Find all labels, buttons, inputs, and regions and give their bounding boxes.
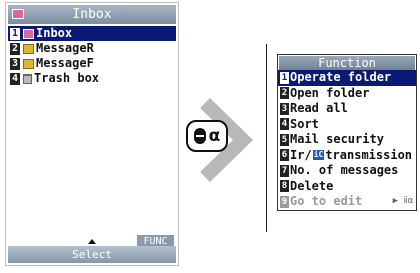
folder-item-inbox[interactable]: 1 Inbox	[8, 26, 176, 41]
scroll-up-arrow-icon	[88, 239, 96, 244]
folder-label: Trash box	[34, 71, 100, 85]
menu-item-label: Delete	[290, 178, 334, 193]
folder-list: 1 Inbox 2 MessageR 3 MessageF 4 Trash bo…	[8, 26, 176, 86]
folder-icon	[23, 43, 34, 54]
menu-item-sort[interactable]: 4 Sort	[278, 117, 416, 133]
mail-icon	[12, 9, 24, 19]
folder-label: MessageF	[36, 56, 94, 70]
ic-icon: iC	[312, 150, 325, 161]
number-badge: 4	[10, 72, 20, 85]
folder-item-trash-box[interactable]: 4 Trash box	[8, 71, 176, 86]
alpha-glyph: α	[208, 126, 221, 146]
menu-item-ir-transmission[interactable]: 6 Ir/ iC transmission	[278, 148, 416, 164]
number-badge: 4	[280, 118, 289, 131]
menu-item-mail-security[interactable]: 5 Mail security	[278, 132, 416, 148]
number-badge: 6	[280, 149, 289, 162]
number-badge: 1	[10, 27, 20, 40]
number-badge: 2	[10, 42, 20, 55]
menu-item-label-suffix: transmission	[325, 147, 413, 162]
trash-icon	[23, 73, 32, 84]
menu-item-label: Open folder	[290, 85, 370, 100]
key-disc-icon	[193, 128, 206, 144]
softkey-bar: Select	[8, 239, 176, 263]
menu-item-delete[interactable]: 8 Delete	[278, 179, 416, 195]
menu-item-label-prefix: Ir/	[290, 147, 312, 162]
submenu-arrow-icon: ▶ ⅱα	[392, 196, 413, 206]
menu-item-label: Read all	[290, 101, 348, 115]
phone-screen-inbox: Inbox 1 Inbox 2 MessageR 3 MessageF 4 Tr…	[5, 2, 179, 266]
select-softkey[interactable]: Select	[8, 248, 176, 261]
menu-item-label: No. of messages	[290, 163, 399, 177]
menu-item-open-folder[interactable]: 2 Open folder	[278, 86, 416, 102]
menu-item-operate-folder[interactable]: 1 Operate folder	[278, 70, 416, 86]
folder-label: Inbox	[36, 26, 73, 40]
number-badge: 7	[280, 164, 289, 177]
menu-item-no-of-messages[interactable]: 7 No. of messages	[278, 163, 416, 179]
menu-item-go-to-edit[interactable]: 9 Go to edit ▶ ⅱα	[278, 194, 416, 210]
number-badge: 2	[280, 87, 289, 100]
menu-item-label: Operate folder	[290, 70, 392, 84]
number-badge: 5	[280, 133, 289, 146]
number-badge: 3	[10, 57, 20, 70]
number-badge: 3	[280, 102, 289, 115]
folder-icon	[23, 58, 34, 69]
folder-item-messagef[interactable]: 3 MessageF	[8, 56, 176, 71]
screen-title: Inbox	[72, 7, 112, 22]
menu-title: Function	[279, 56, 415, 70]
menu-item-label: Sort	[290, 116, 319, 131]
title-bar: Inbox	[8, 5, 176, 24]
divider-line	[266, 44, 267, 232]
folder-label: MessageR	[36, 41, 94, 55]
number-badge: 1	[280, 71, 289, 84]
menu-item-label: Mail security	[290, 132, 384, 146]
inbox-icon	[23, 28, 34, 39]
number-badge: 8	[280, 180, 289, 193]
function-menu: Function 1 Operate folder 2 Open folder …	[277, 54, 417, 211]
folder-item-messager[interactable]: 2 MessageR	[8, 41, 176, 56]
function-key-icon: α	[186, 120, 228, 152]
number-badge: 9	[280, 195, 289, 208]
menu-item-label: Go to edit	[290, 194, 363, 208]
menu-item-read-all[interactable]: 3 Read all	[278, 101, 416, 117]
